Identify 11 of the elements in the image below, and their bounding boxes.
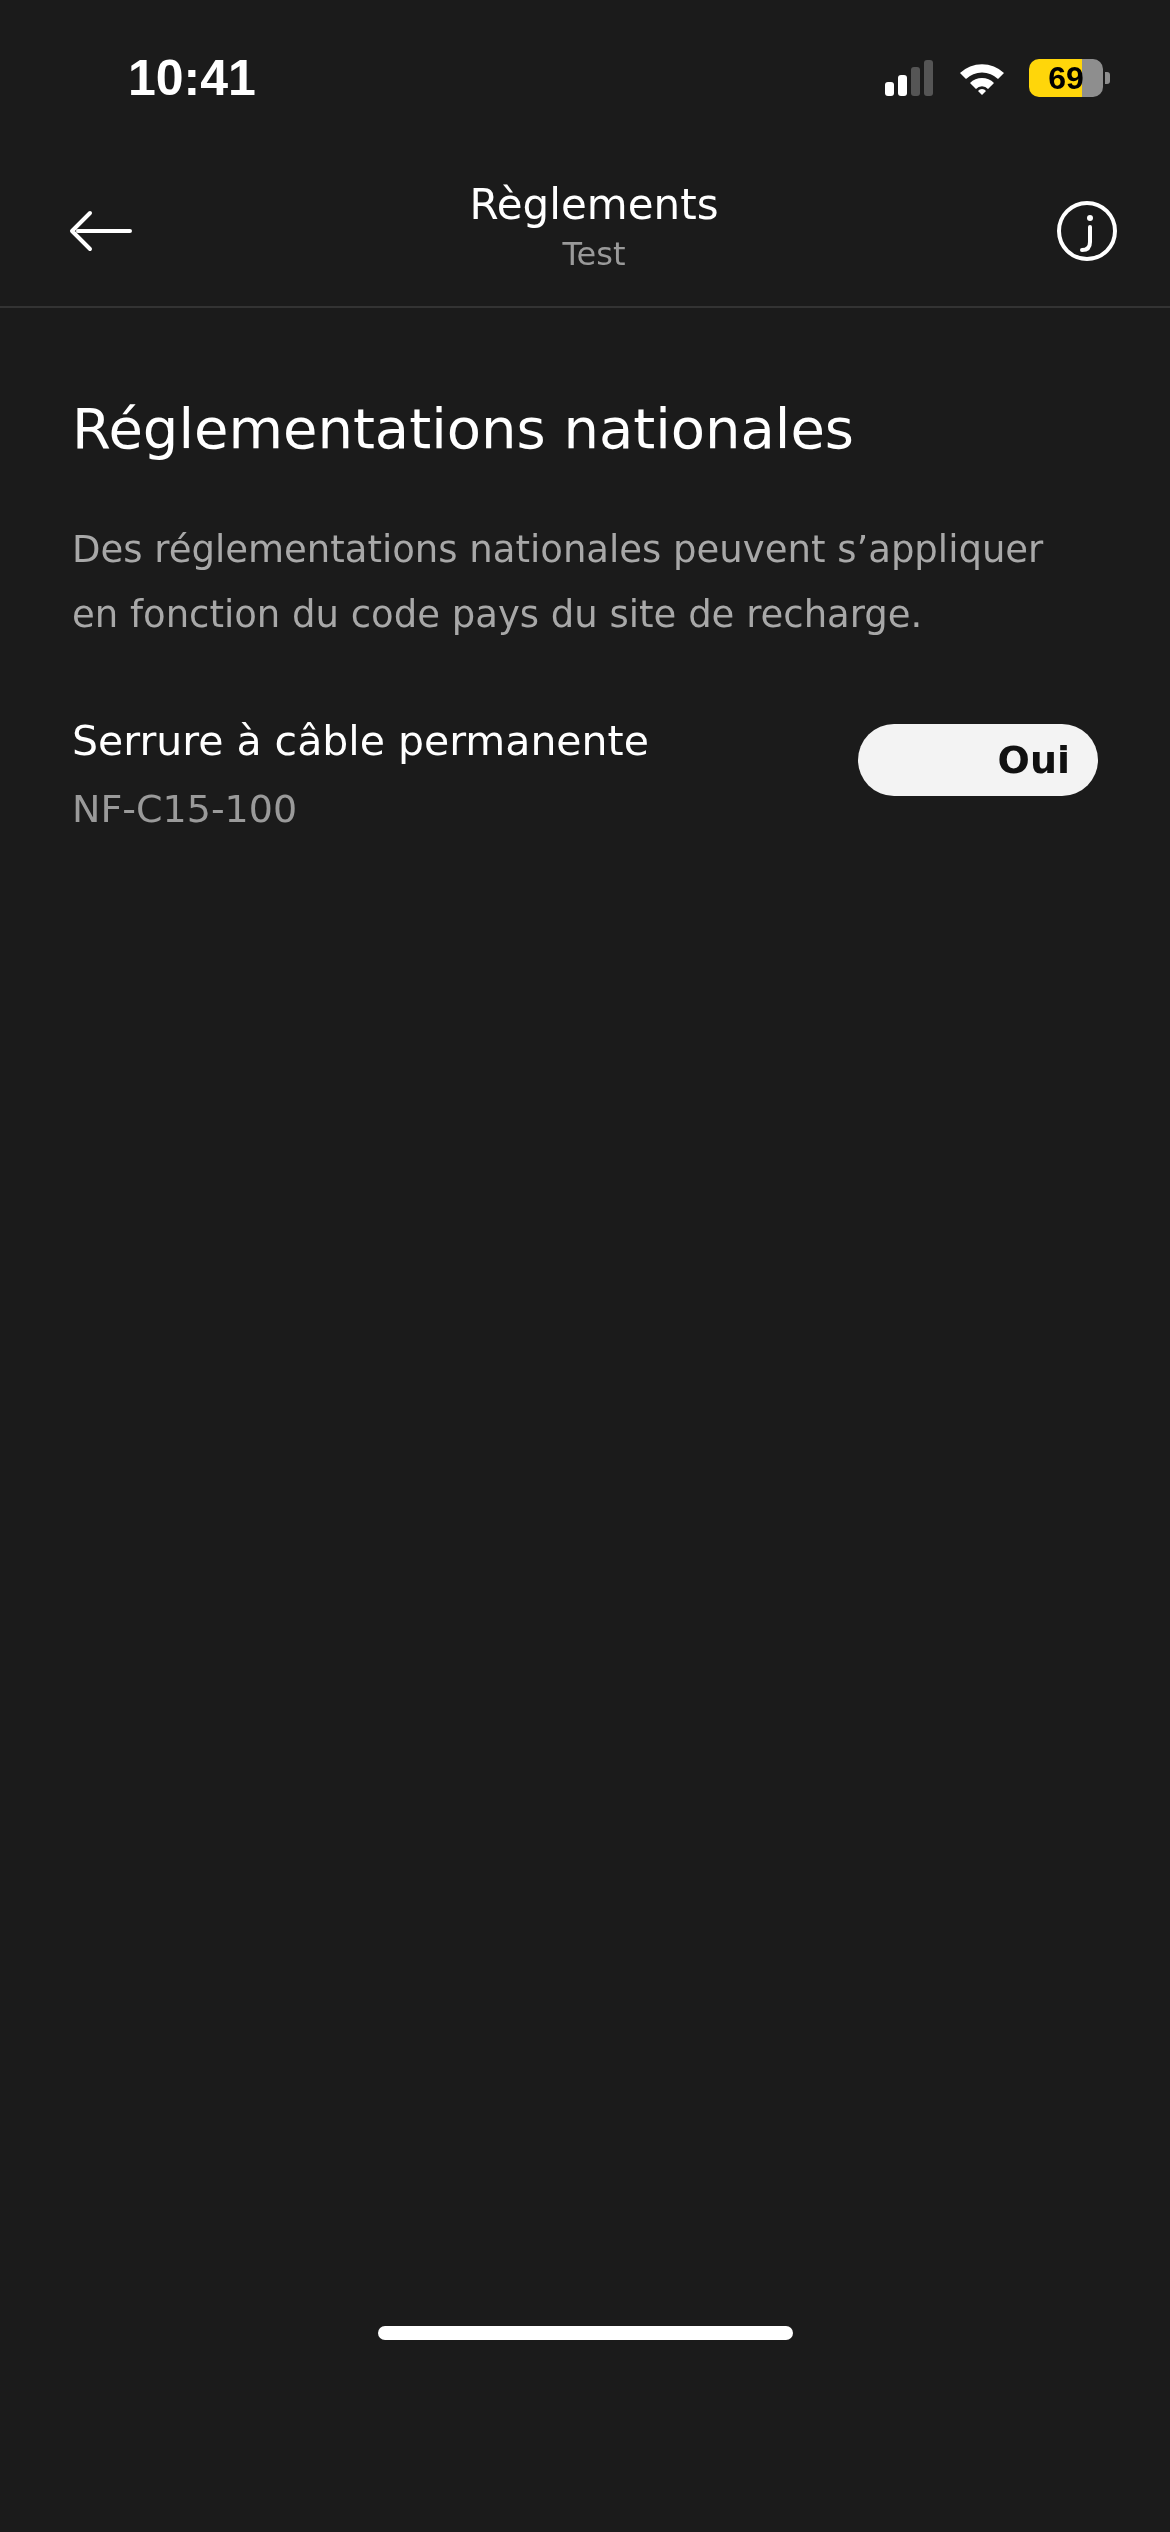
status-time: 10:41 xyxy=(128,49,256,107)
toggle-switch[interactable]: Oui xyxy=(858,724,1098,796)
signal-icon xyxy=(885,60,935,96)
section-title: Réglementations nationales xyxy=(72,396,855,461)
section-description: Des réglementations nationales peuvent s’appliquer en fonction du code pays du site de recharge. xyxy=(72,527,1045,638)
back-arrow-icon[interactable] xyxy=(68,209,132,253)
setting-label: Serrure à câble permanente xyxy=(72,717,649,765)
setting-detail: NF-C15-100 xyxy=(72,787,299,831)
screen-title: Règlements xyxy=(469,179,719,229)
info-icon[interactable] xyxy=(1056,200,1118,262)
screen-subtitle: Test xyxy=(562,234,626,273)
